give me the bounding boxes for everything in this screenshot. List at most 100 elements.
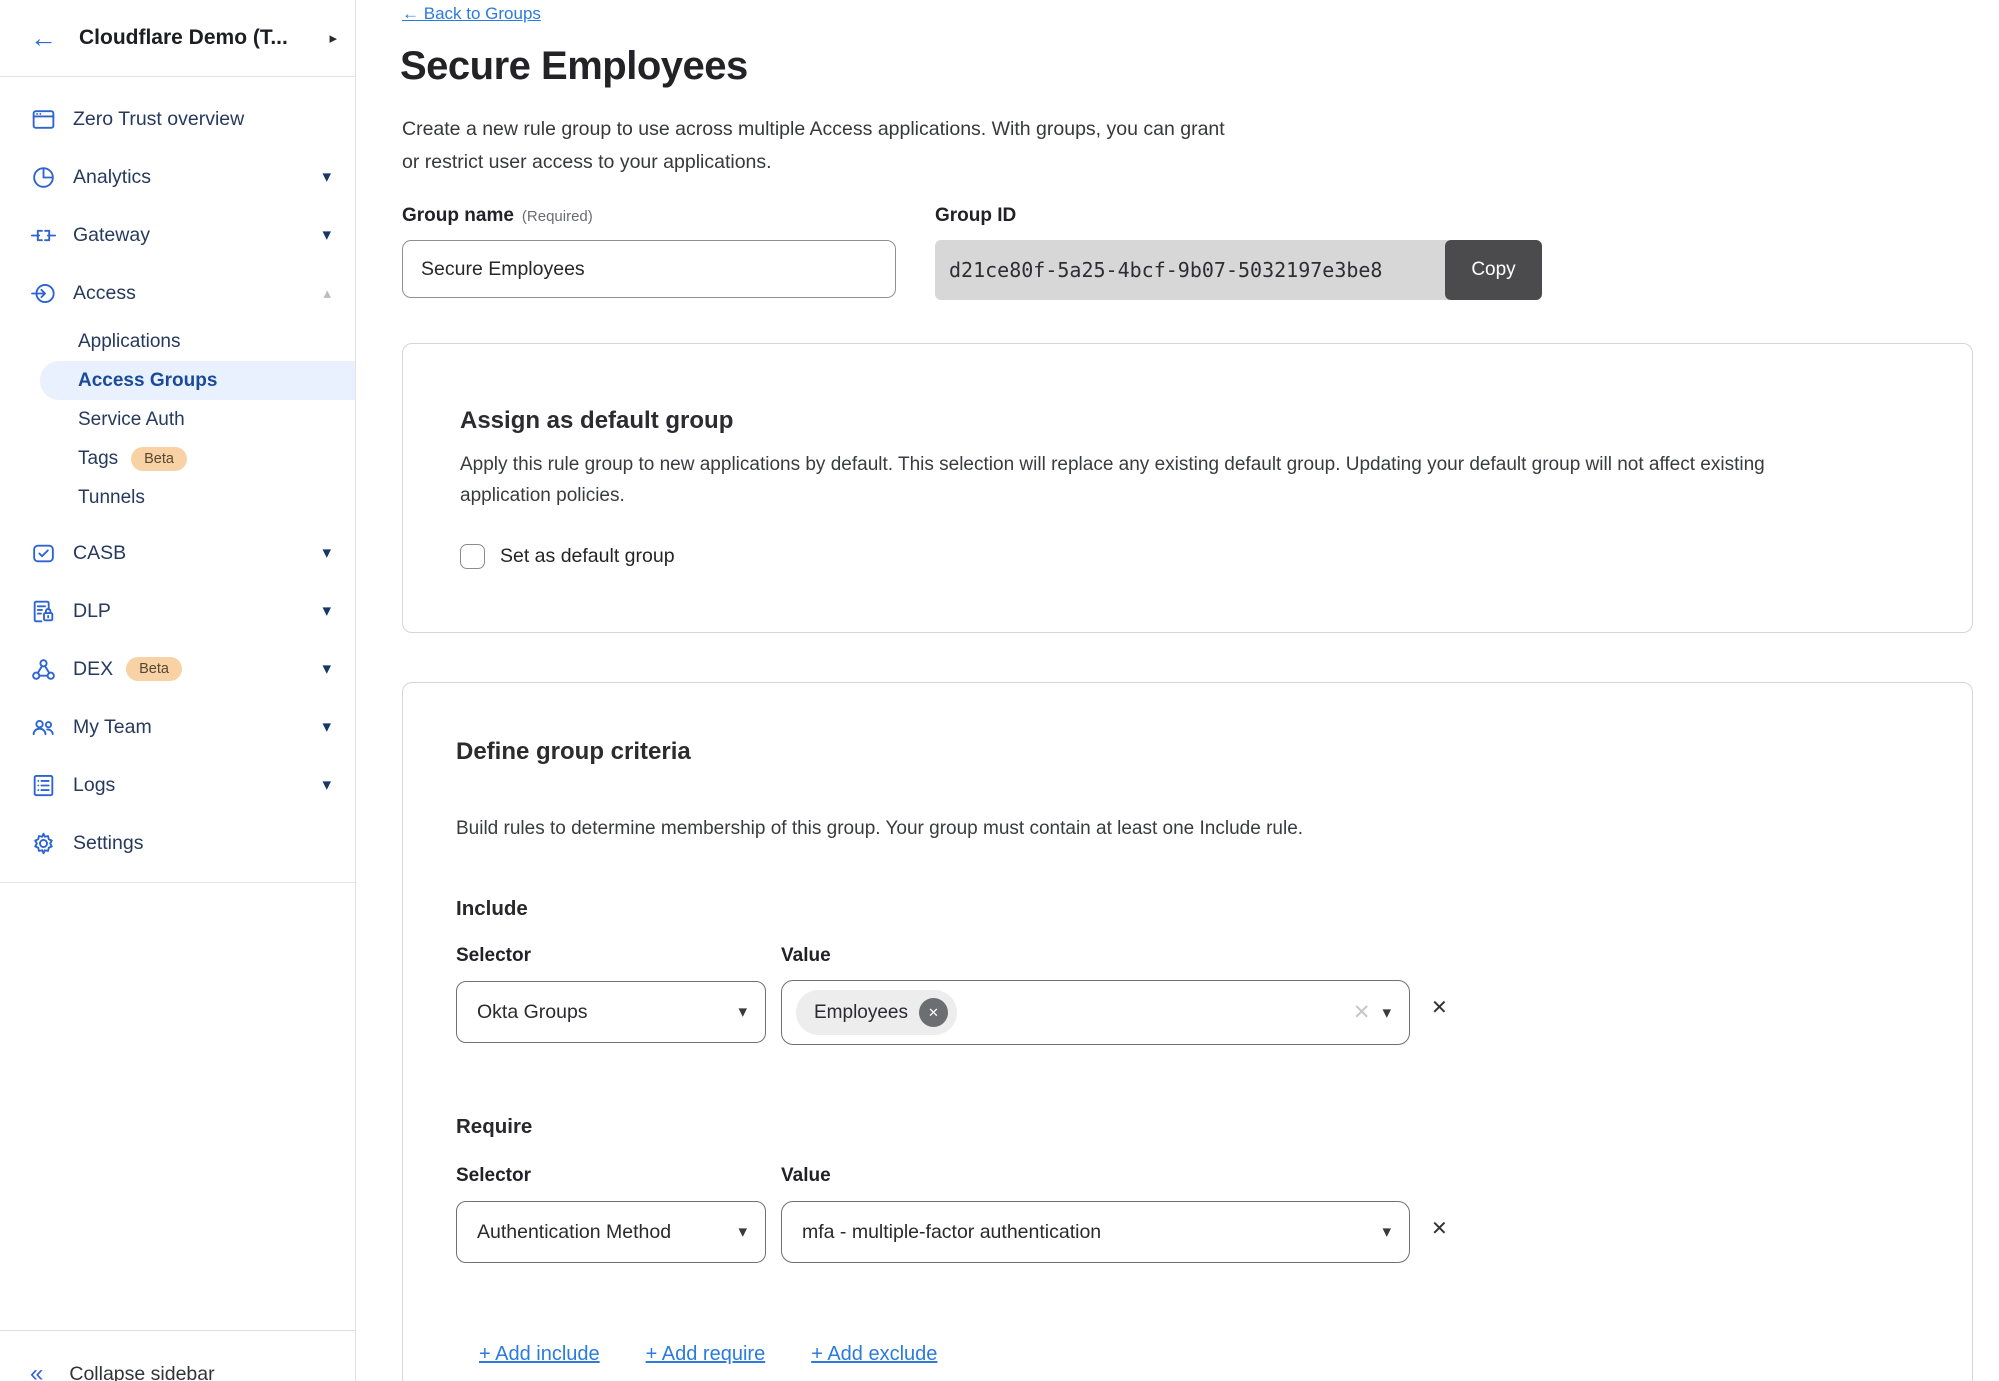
include-heading: Include <box>456 897 528 921</box>
require-heading: Require <box>456 1115 532 1139</box>
page-description: Create a new rule group to use across mu… <box>402 113 1225 179</box>
collapse-sidebar-icon: « <box>30 1360 43 1381</box>
sidebar-header: ← Cloudflare Demo (T... ▸ <box>0 0 355 77</box>
include-selector-label: Selector <box>456 945 531 967</box>
add-include-link[interactable]: + Add include <box>479 1343 600 1366</box>
sidebar-item-label: Tunnels <box>78 487 355 509</box>
sidebar-item-gateway[interactable]: Gateway ▾ <box>0 206 355 264</box>
sidebar-item-settings[interactable]: Settings <box>0 814 355 872</box>
require-value-dropdown[interactable]: mfa - multiple-factor authentication ▾ <box>781 1201 1410 1263</box>
sidebar-item-label: CASB <box>73 542 322 565</box>
require-value-label: Value <box>781 1165 831 1187</box>
account-name[interactable]: Cloudflare Demo (T... <box>79 26 329 50</box>
document-lock-icon <box>30 598 57 625</box>
default-group-description-line: Apply this rule group to new application… <box>460 449 1940 480</box>
criteria-card: Define group criteria Build rules to det… <box>402 682 1973 1381</box>
include-value-multiselect[interactable]: Employees ✕ ✕ ▾ <box>781 980 1410 1045</box>
casb-icon <box>30 540 57 567</box>
default-group-card-description: Apply this rule group to new application… <box>460 449 1940 511</box>
sidebar-item-label: DEX <box>73 658 113 681</box>
require-selector-label: Selector <box>456 1165 531 1187</box>
sidebar-item-label: My Team <box>73 716 322 739</box>
chevron-down-icon: ▾ <box>738 1222 747 1242</box>
remove-include-rule-icon[interactable]: ✕ <box>1431 995 1448 1020</box>
value-chip-label: Employees <box>814 1002 908 1024</box>
group-id-row: d21ce80f-5a25-4bcf-9b07-5032197e3be8 Cop… <box>935 240 1542 300</box>
back-link-label: Back to Groups <box>424 4 541 23</box>
set-default-checkbox-label: Set as default group <box>500 545 675 568</box>
chevron-down-icon: ▾ <box>738 1002 747 1022</box>
rule-actions: + Add include + Add require + Add exclud… <box>479 1343 937 1366</box>
back-to-groups-link[interactable]: ← Back to Groups <box>402 4 541 24</box>
gateway-icon <box>30 222 57 249</box>
value-chip: Employees ✕ <box>796 990 957 1035</box>
sidebar-item-dlp[interactable]: DLP ▾ <box>0 582 355 640</box>
back-arrow-icon[interactable]: ← <box>30 25 57 52</box>
sidebar-nav: Zero Trust overview Analytics ▾ Gateway … <box>0 77 355 883</box>
group-name-input[interactable] <box>402 240 896 298</box>
chevron-down-icon: ▾ <box>322 167 331 187</box>
chevron-down-icon: ▾ <box>1382 1222 1391 1242</box>
network-icon <box>30 656 57 683</box>
chevron-down-icon: ▾ <box>322 717 331 737</box>
page-description-line: or restrict user access to your applicat… <box>402 146 1225 179</box>
group-id-label: Group ID <box>935 205 1016 227</box>
chevron-down-icon: ▾ <box>322 225 331 245</box>
team-icon <box>30 714 57 741</box>
sidebar-item-logs[interactable]: Logs ▾ <box>0 756 355 814</box>
sidebar-item-label: Access Groups <box>78 370 355 392</box>
pie-chart-icon <box>30 164 57 191</box>
include-value-label: Value <box>781 945 831 967</box>
chip-remove-icon[interactable]: ✕ <box>919 998 948 1027</box>
add-require-link[interactable]: + Add require <box>646 1343 766 1366</box>
required-hint: (Required) <box>522 208 593 225</box>
beta-badge: Beta <box>131 447 187 471</box>
add-exclude-link[interactable]: + Add exclude <box>811 1343 937 1366</box>
sidebar-item-access[interactable]: Access ▴ <box>0 264 355 322</box>
chevron-down-icon: ▾ <box>322 659 331 679</box>
sidebar: ← Cloudflare Demo (T... ▸ Zero Trust ove… <box>0 0 356 1381</box>
sidebar-item-tunnels[interactable]: Tunnels <box>0 478 355 517</box>
chevron-down-icon: ▾ <box>1382 1003 1391 1023</box>
account-expand-caret-icon[interactable]: ▸ <box>329 29 337 47</box>
sidebar-item-casb[interactable]: CASB ▾ <box>0 524 355 582</box>
set-default-group-row[interactable]: Set as default group <box>460 544 675 569</box>
logs-icon <box>30 772 57 799</box>
sidebar-divider <box>0 882 355 883</box>
clear-values-icon[interactable]: ✕ <box>1353 1000 1371 1025</box>
sidebar-item-label: Applications <box>78 331 355 353</box>
sidebar-item-service-auth[interactable]: Service Auth <box>0 400 355 439</box>
include-selector-dropdown[interactable]: Okta Groups ▾ <box>456 981 766 1043</box>
back-arrow-icon: ← <box>402 4 419 23</box>
sidebar-item-label: Settings <box>73 832 331 855</box>
sidebar-item-access-groups[interactable]: Access Groups <box>40 361 355 400</box>
sidebar-item-label: Zero Trust overview <box>73 108 331 131</box>
criteria-card-description: Build rules to determine membership of t… <box>456 813 1936 844</box>
copy-button[interactable]: Copy <box>1445 240 1542 300</box>
remove-require-rule-icon[interactable]: ✕ <box>1431 1216 1448 1241</box>
zero-trust-dashboard: ← Cloudflare Demo (T... ▸ Zero Trust ove… <box>0 0 1999 1381</box>
require-selector-dropdown[interactable]: Authentication Method ▾ <box>456 1201 766 1263</box>
chevron-down-icon: ▾ <box>322 601 331 621</box>
chevron-down-icon: ▾ <box>322 543 331 563</box>
sidebar-item-label: DLP <box>73 600 322 623</box>
sidebar-item-tags[interactable]: Tags Beta <box>0 439 355 478</box>
sidebar-item-zero-trust-overview[interactable]: Zero Trust overview <box>0 90 355 148</box>
sidebar-item-analytics[interactable]: Analytics ▾ <box>0 148 355 206</box>
sidebar-item-applications[interactable]: Applications <box>0 322 355 361</box>
collapse-sidebar-button[interactable]: « Collapse sidebar <box>0 1330 355 1381</box>
default-group-description-line: application policies. <box>460 480 1940 511</box>
group-id-value: d21ce80f-5a25-4bcf-9b07-5032197e3be8 <box>935 240 1449 300</box>
sidebar-item-label: Gateway <box>73 224 322 247</box>
chevron-down-icon: ▾ <box>322 775 331 795</box>
sidebar-item-my-team[interactable]: My Team ▾ <box>0 698 355 756</box>
sidebar-item-label: Service Auth <box>78 409 355 431</box>
gear-icon <box>30 830 57 857</box>
set-default-checkbox[interactable] <box>460 544 485 569</box>
criteria-card-title: Define group criteria <box>456 738 691 766</box>
sidebar-item-dex[interactable]: DEX Beta ▾ <box>0 640 355 698</box>
sidebar-item-label: Tags <box>78 448 118 470</box>
beta-badge: Beta <box>126 657 182 681</box>
collapse-sidebar-label: Collapse sidebar <box>69 1363 214 1381</box>
chevron-up-icon: ▴ <box>323 284 331 302</box>
